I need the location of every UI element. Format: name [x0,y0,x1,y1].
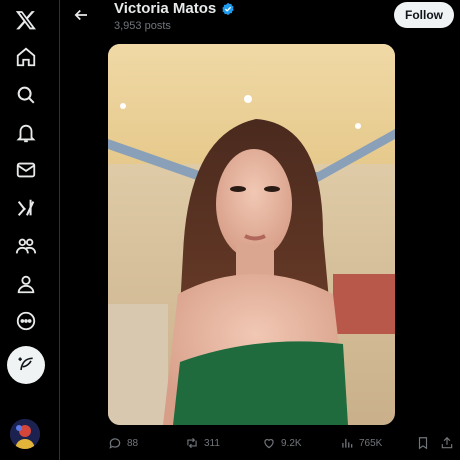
repost-icon [187,437,197,449]
back-button[interactable] [70,4,92,26]
bookmark-button[interactable] [416,432,430,454]
compose-button[interactable] [7,346,45,384]
profile-header: Victoria Matos 3,953 posts Follow [60,0,460,38]
reply-icon [109,438,121,449]
like-button[interactable]: 9.2K [262,432,302,454]
search-icon[interactable] [6,75,46,115]
repost-count: 311 [204,437,220,449]
repost-button[interactable]: 311 [185,432,220,454]
bookmark-icon [418,437,428,450]
verified-badge-icon [221,2,235,16]
x-logo-icon[interactable] [6,0,46,40]
reply-button[interactable]: 88 [108,432,138,454]
messages-envelope-icon[interactable] [6,150,46,190]
grok-icon[interactable] [6,188,46,228]
analytics-icon [342,438,353,448]
home-icon[interactable] [6,37,46,77]
post-action-bar: 88 311 9.2K 765K [60,432,460,454]
views-button[interactable]: 765K [340,432,382,454]
profile-icon[interactable] [6,264,46,304]
account-avatar[interactable] [10,419,40,449]
arrow-left-icon [74,9,87,21]
follow-button[interactable]: Follow [394,2,454,28]
compose-feather-icon [18,357,33,371]
notifications-bell-icon[interactable] [6,113,46,153]
heart-icon [264,439,274,449]
more-circle-icon[interactable] [6,301,46,341]
name-row: Victoria Matos [114,0,235,18]
share-button[interactable] [440,432,454,454]
reply-count: 88 [127,437,139,449]
like-count: 9.2K [281,437,302,449]
profile-name: Victoria Matos [114,0,217,17]
post-media-image[interactable] [108,44,395,425]
left-nav [0,0,53,460]
share-icon [441,436,453,449]
posts-count: 3,953 posts [114,20,171,32]
column-divider [59,0,60,460]
communities-icon[interactable] [6,226,46,266]
views-count: 765K [359,437,383,449]
